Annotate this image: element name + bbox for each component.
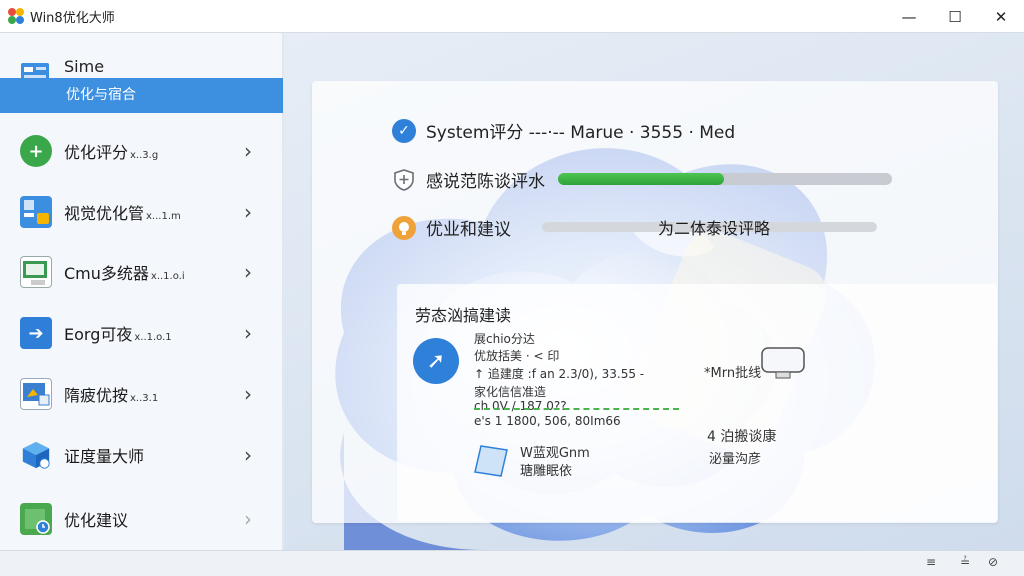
suggestion-text: 优业和建议 bbox=[426, 220, 511, 240]
sidebar-item-eorg[interactable]: ➔ Eorg可夜 x..1.o.1 › bbox=[0, 305, 283, 361]
suggestion-row[interactable]: 优业和建议 bbox=[392, 215, 511, 240]
detail-line: 家化信信准造 bbox=[474, 385, 547, 399]
sidebar-item-score[interactable]: + 优化评分 x..3.g › bbox=[0, 123, 283, 179]
main-content: ✓ System评分 ---·-- Marue · 3555 · Med 感说范… bbox=[284, 33, 1024, 550]
system-score-text: System评分 ---·-- Marue · 3555 · Med bbox=[426, 123, 736, 143]
chevron-right-icon: › bbox=[244, 443, 252, 467]
score-bar-text: 感说范陈谈评水 bbox=[426, 172, 545, 192]
tray-network-icon[interactable]: ≟ bbox=[960, 555, 970, 569]
sidebar-item-master[interactable]: 证度量大师 › bbox=[0, 427, 283, 483]
sidebar-item-label: 证度量大师 bbox=[64, 447, 145, 466]
detail-progress-line bbox=[474, 408, 679, 410]
sidebar-item-label: 优化评分 bbox=[64, 143, 129, 162]
settings-grid-icon bbox=[20, 196, 52, 228]
detail-right-text: *Mrn批线 bbox=[704, 366, 762, 381]
sidebar-item-slides[interactable]: 隋疲优按 x..3.1 › bbox=[0, 366, 283, 422]
detail-line: 优放括美 · < 印 bbox=[474, 349, 560, 363]
sidebar-item-label: Eorg可夜 bbox=[64, 325, 133, 344]
sidebar-item-visual[interactable]: 视觉优化管 x...1.m › bbox=[0, 184, 283, 240]
detail-right-text: 泌量沟彦 bbox=[709, 452, 762, 467]
chevron-right-icon: › bbox=[244, 382, 252, 406]
detail-panel-title: 劳态汹搞建读 bbox=[415, 306, 512, 325]
chevron-right-icon: › bbox=[244, 139, 252, 163]
tray-settings-icon[interactable]: ⊘ bbox=[988, 555, 998, 569]
sidebar-item-suffix: x..1.o.i bbox=[150, 271, 185, 282]
disk-icon bbox=[474, 445, 508, 477]
sidebar-item-suggestions[interactable]: 优化建议 › bbox=[0, 491, 283, 547]
sidebar-item-system[interactable]: Cmu多统器 x..1.o.i › bbox=[0, 244, 283, 300]
score-bar-row[interactable]: 感说范陈谈评水 bbox=[392, 167, 545, 192]
sidebar-header[interactable]: Sime 优化与宿合 bbox=[0, 53, 283, 113]
chevron-right-icon: › bbox=[244, 321, 252, 345]
minimize-button[interactable]: — bbox=[886, 0, 932, 33]
plus-icon: + bbox=[20, 135, 52, 167]
chevron-right-icon: › bbox=[244, 260, 252, 284]
detail-right-text: 4 泊搬谈康 bbox=[707, 429, 777, 445]
sidebar-header-name: Sime bbox=[64, 57, 105, 76]
detail-line: e's 1 1800, 506, 80Im66 bbox=[474, 414, 621, 428]
sidebar-item-label: 优化建议 bbox=[64, 511, 129, 530]
detail-mid-text: 瑭雕眠依 bbox=[520, 464, 573, 479]
score-progress-fill bbox=[558, 173, 724, 185]
status-bar: ≡ ≟ ⊘ bbox=[0, 550, 1024, 576]
window-title: Win8优化大师 bbox=[30, 10, 115, 26]
system-score-row[interactable]: ✓ System评分 ---·-- Marue · 3555 · Med bbox=[392, 118, 735, 143]
check-icon: ✓ bbox=[392, 118, 416, 143]
sidebar: Sime 优化与宿合 + 优化评分 x..3.g › 视觉优化管 x...1.m ›… bbox=[0, 33, 283, 550]
sidebar-item-label: 隋疲优按 bbox=[64, 386, 129, 405]
clock-icon bbox=[20, 503, 52, 535]
maximize-button[interactable]: ☐ bbox=[932, 0, 978, 33]
slides-icon bbox=[20, 378, 52, 410]
chevron-right-icon: › bbox=[244, 507, 252, 531]
detail-line: ↑ 追建度 :f an 2.3/0), 33.55 - bbox=[474, 367, 645, 381]
tray-menu-icon[interactable]: ≡ bbox=[926, 555, 936, 569]
sidebar-item-suffix: x..3.1 bbox=[130, 393, 159, 404]
detail-line: 展chio分达 bbox=[474, 332, 535, 346]
sidebar-item-label: Cmu多统器 bbox=[64, 264, 149, 283]
close-button[interactable]: ✕ bbox=[978, 0, 1024, 33]
detail-line: ch 0V / 187.0?? bbox=[474, 399, 567, 413]
suggestion-right-text: 为二体泰设评略 bbox=[658, 219, 771, 238]
sidebar-header-subtitle[interactable]: 优化与宿合 bbox=[0, 78, 283, 113]
monitor-icon bbox=[761, 347, 805, 379]
box-icon bbox=[20, 439, 52, 471]
monitor-icon bbox=[20, 256, 52, 288]
sidebar-item-suffix: x..3.g bbox=[130, 150, 159, 161]
shield-icon bbox=[392, 168, 416, 192]
sidebar-item-label: 视觉优化管 bbox=[64, 204, 145, 223]
sidebar-item-suffix: x..1.o.1 bbox=[134, 332, 172, 343]
app-logo-icon bbox=[8, 8, 24, 24]
detail-panel: 劳态汹搞建读 ➚ 展chio分达 优放括美 · < 印 ↑ 追建度 :f an … bbox=[397, 284, 997, 522]
chevron-right-icon: › bbox=[244, 200, 252, 224]
arrow-icon: ➔ bbox=[20, 317, 52, 349]
bulb-icon bbox=[392, 215, 416, 240]
title-bar: Win8优化大师 — ☐ ✕ bbox=[0, 0, 1024, 33]
optimize-icon: ➚ bbox=[413, 338, 459, 384]
sidebar-item-suffix: x...1.m bbox=[146, 211, 181, 222]
detail-mid-text: W蓝观Gnm bbox=[520, 446, 590, 461]
